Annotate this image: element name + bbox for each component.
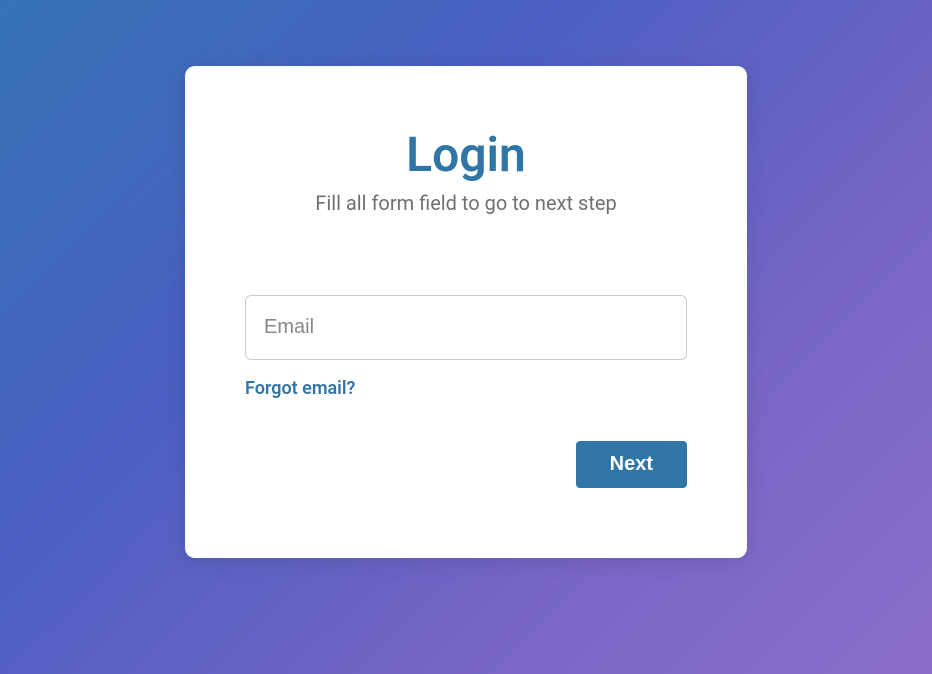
page-title: Login (245, 126, 687, 183)
login-card: Login Fill all form field to go to next … (185, 66, 747, 558)
page-subtitle: Fill all form field to go to next step (245, 191, 687, 215)
forgot-email-link[interactable]: Forgot email? (245, 378, 355, 399)
next-button[interactable]: Next (576, 441, 687, 488)
email-field-wrapper (245, 295, 687, 360)
email-field[interactable] (264, 316, 668, 339)
button-row: Next (245, 441, 687, 488)
